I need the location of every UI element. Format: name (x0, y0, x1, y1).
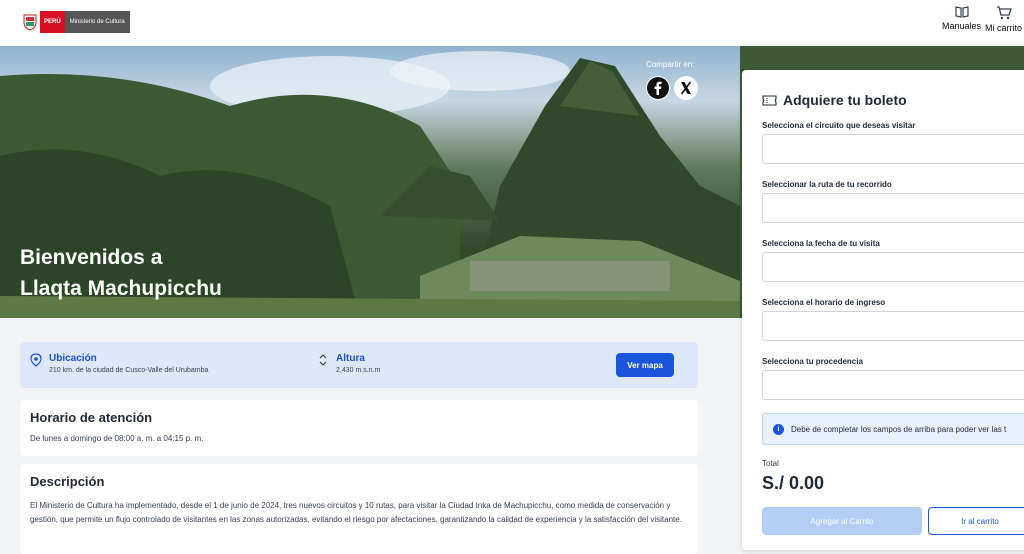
location-pin-icon (30, 353, 42, 367)
view-map-button[interactable]: Ver mapa (616, 353, 674, 377)
altitude-icon (319, 354, 327, 366)
origin-label: Selecciona tu procedencia (762, 357, 863, 366)
hero-title-line2: Llaqta Machupicchu (20, 277, 222, 300)
location-item: Ubicación 210 km. de la ciudad de Cusco-… (49, 353, 208, 374)
ticket-title-text: Adquiere tu boleto (783, 92, 907, 108)
add-to-cart-button[interactable]: Agregar al Carrito (762, 507, 922, 535)
info-notice-text: Debe de completar los campos de arriba p… (791, 424, 1007, 434)
ticket-icon (762, 94, 777, 106)
route-select[interactable] (762, 193, 1024, 223)
cart-icon (996, 6, 1012, 20)
info-notice: i Debe de completar los campos de arriba… (762, 413, 1024, 445)
location-value: 210 km. de la ciudad de Cusco-Valle del … (49, 367, 209, 374)
description-card: Descripción El Ministerio de Cultura ha … (20, 464, 698, 554)
share-label: Compartir en: (646, 60, 695, 69)
circuit-label: Selecciona el circuito que deseas visita… (762, 121, 916, 130)
hero-title: Bienvenidos a Llaqta Machupicchu (20, 242, 222, 304)
logo[interactable]: PERÚ Ministerio de Cultura (22, 11, 130, 33)
ticket-panel: Adquiere tu boleto Selecciona el circuit… (742, 70, 1024, 550)
go-to-cart-button[interactable]: Ir al carrito (928, 507, 1024, 535)
total-value: S./ 0.00 (762, 473, 825, 493)
circuit-select[interactable] (762, 134, 1024, 164)
info-icon: i (773, 423, 784, 435)
location-info-bar: Ubicación 210 km. de la ciudad de Cusco-… (20, 342, 698, 388)
altitude-label: Altura (336, 353, 365, 364)
schedule-title: Horario de atención (30, 410, 153, 425)
altitude-item: Altura 2,430 m.s.n.m (336, 353, 380, 374)
facebook-icon[interactable] (646, 76, 670, 100)
logo-ministry-text: Ministerio de Cultura (64, 11, 130, 33)
route-label: Seleccionar la ruta de tu recorrido (762, 180, 892, 189)
x-twitter-icon[interactable] (674, 76, 698, 100)
date-input[interactable] (762, 252, 1024, 282)
schedule-time-select[interactable] (762, 311, 1024, 341)
book-icon (954, 6, 969, 18)
cart-label: Mi carrito (985, 23, 1023, 33)
manuals-button[interactable]: Manuales (942, 6, 981, 31)
ticket-panel-title: Adquiere tu boleto (762, 92, 907, 108)
schedule-time-label: Selecciona el horario de ingreso (762, 298, 886, 307)
location-label: Ubicación (49, 353, 97, 364)
cart-button[interactable]: Mi carrito (985, 6, 1022, 33)
schedule-text: De lunes a domingo de 08:00 a. m. a 04:1… (30, 434, 204, 443)
description-text: El Ministerio de Cultura ha implementado… (30, 501, 682, 524)
total-label: Total (762, 459, 779, 468)
share-icons (646, 76, 698, 100)
date-label: Selecciona la fecha de tu visita (762, 239, 880, 248)
description-title: Descripción (30, 474, 105, 489)
logo-peru-text: PERÚ (40, 11, 65, 33)
manuals-label: Manuales (942, 21, 982, 31)
coat-of-arms-icon (23, 14, 37, 31)
schedule-card: Horario de atención De lunes a domingo d… (20, 400, 698, 456)
hero-title-line1: Bienvenidos a (20, 246, 163, 269)
top-bar: PERÚ Ministerio de Cultura Manuales Mi c… (0, 0, 1024, 46)
origin-select[interactable] (762, 370, 1024, 400)
altitude-value: 2,430 m.s.n.m (336, 367, 381, 374)
